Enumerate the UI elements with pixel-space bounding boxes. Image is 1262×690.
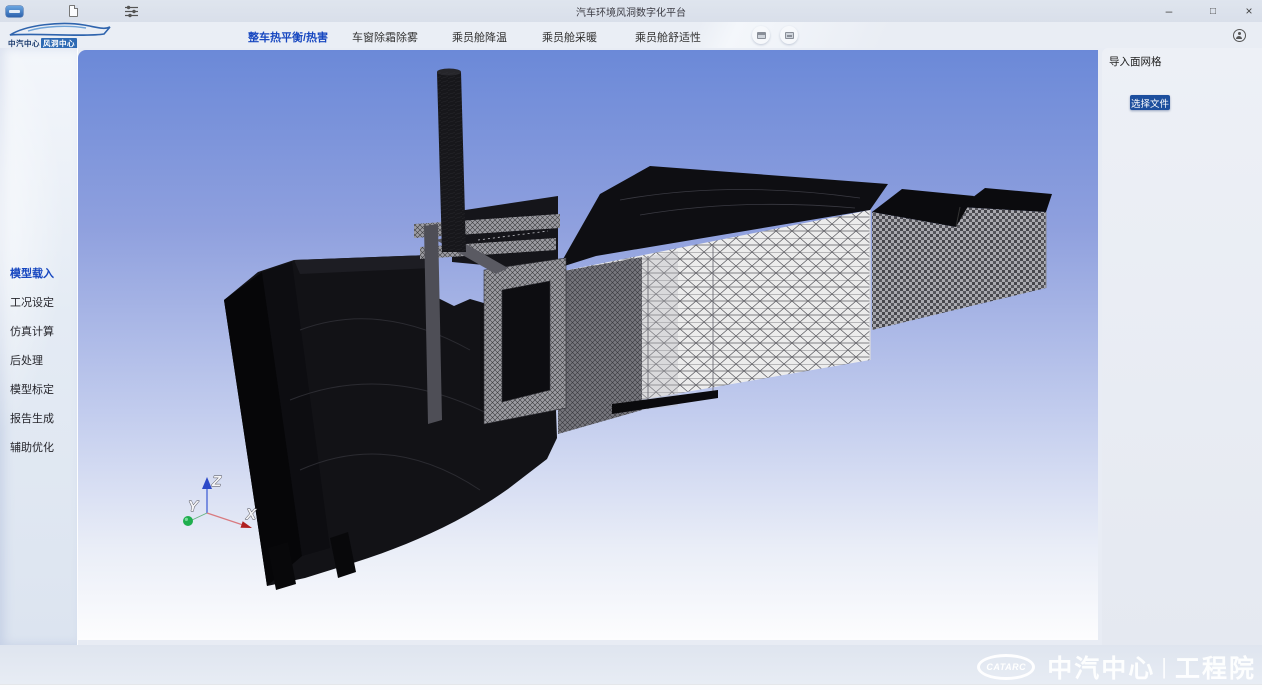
titlebar: 汽车环境风洞数字化平台 – □ × [0,0,1262,22]
select-file-button[interactable]: 选择文件 [1130,95,1170,110]
footer-brand-right: 工程院 [1175,649,1256,685]
window-title: 汽车环境风洞数字化平台 [0,4,1262,19]
sidebar-item-model-calibration[interactable]: 模型标定 [10,381,54,401]
maximize-button[interactable]: □ [1200,0,1226,22]
import-mesh-panel: 导入面网格 选择文件 [1102,48,1262,645]
sidebar-item-postprocess[interactable]: 后处理 [10,352,43,372]
3d-mesh-model[interactable]: Z X Y [78,50,1098,640]
sidebar-item-assisted-optimization[interactable]: 辅助优化 [10,439,54,459]
sidebar-item-simulation[interactable]: 仿真计算 [10,323,54,343]
mesh-frame-backdrop [498,277,554,406]
axis-triad: Z X Y [183,473,257,528]
tab-defrost-defog[interactable]: 车窗除霜除雾 [352,29,418,45]
bottom-edge-strip [0,684,1262,690]
layout-top-icon [757,32,766,39]
tab-cabin-cooling[interactable]: 乘员舱降温 [452,29,507,45]
catarc-oval-logo: CATARC [977,654,1035,680]
tab-thermal-balance[interactable]: 整车热平衡/热害 [248,29,328,45]
viewport-3d[interactable]: Z X Y [78,50,1098,640]
car-swoosh-icon [6,21,114,39]
layout-bottom-icon [785,32,794,39]
axis-y-ball [183,516,193,526]
close-button[interactable]: × [1236,0,1262,22]
layout-top-panel-button[interactable] [752,26,770,44]
layout-bottom-panel-button[interactable] [780,26,798,44]
footer-brand-divider: | [1161,654,1169,680]
footer-brand-text: 中汽中心 | 工程院 [1047,649,1256,685]
tab-cabin-heating[interactable]: 乘员舱采暖 [542,29,597,45]
footer-watermark: CATARC 中汽中心 | 工程院 [977,649,1256,685]
axis-x-label: X [245,506,257,523]
sidebar-item-condition-setting[interactable]: 工况设定 [10,294,54,314]
axis-y-label: Y [188,498,200,515]
axis-z-arrow [202,477,212,489]
nav-bar: 中汽中心风洞中心 CATARC WIND TUNNEL 整车热平衡/热害 车窗除… [0,22,1262,48]
mesh-pipe-hatch [437,72,466,252]
sidebar-item-report-generation[interactable]: 报告生成 [10,410,54,430]
account-icon[interactable] [1233,29,1246,42]
footer-bar: CATARC 中汽中心 | 工程院 [0,645,1262,684]
minimize-button[interactable]: – [1156,0,1182,22]
footer-brand-left: 中汽中心 [1047,649,1155,685]
tab-cabin-comfort[interactable]: 乘员舱舒适性 [635,29,701,45]
mesh-strip-transition [642,251,678,410]
sidebar: 模型载入 工况设定 仿真计算 后处理 模型标定 报告生成 辅助优化 [0,48,78,645]
axis-z-label: Z [211,473,222,490]
sidebar-item-model-load[interactable]: 模型载入 [10,265,54,285]
panel-title: 导入面网格 [1109,54,1162,69]
mesh-right-box-front [872,207,1046,330]
